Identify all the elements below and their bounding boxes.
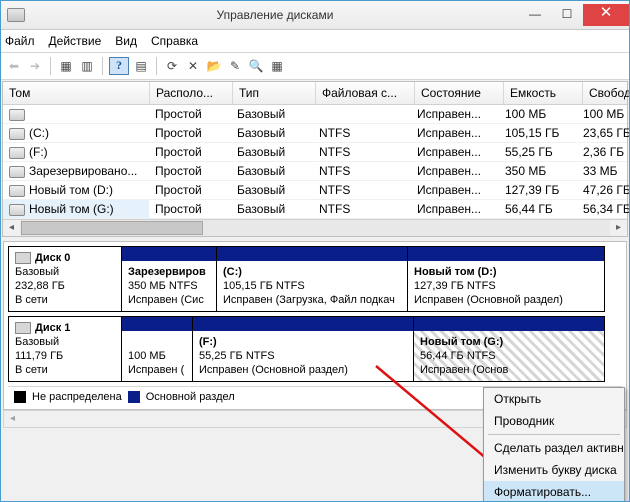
toolbar: ⬅ ➔ ▦ ▥ ? ▤ ⟳ ✕ 📂 ✎ 🔍 ▦ — [1, 53, 629, 80]
col-type[interactable]: Тип — [233, 82, 316, 104]
drive-icon — [9, 128, 25, 140]
titlebar[interactable]: Управление дисками — ☐ ✕ — [1, 1, 629, 30]
disk-management-window: Управление дисками — ☐ ✕ Файл Действие В… — [0, 0, 630, 502]
forward-icon[interactable]: ➔ — [26, 57, 44, 75]
minimize-button[interactable]: — — [519, 4, 551, 26]
ctx-explore[interactable]: Проводник — [484, 410, 624, 432]
drive-icon — [9, 204, 25, 216]
list-icon[interactable]: ▤ — [132, 57, 150, 75]
maximize-button[interactable]: ☐ — [551, 4, 583, 26]
drive-icon — [9, 109, 25, 121]
menu-help[interactable]: Справка — [151, 34, 198, 48]
find-icon[interactable]: 🔍 — [247, 57, 265, 75]
legend-unalloc-label: Не распределена — [32, 391, 122, 403]
volume-row[interactable]: (F:)ПростойБазовыйNTFSИсправен...55,25 Г… — [3, 143, 627, 162]
partition[interactable]: Зарезервиров350 МБ NTFSИсправен (Сис — [121, 246, 217, 312]
refresh-icon[interactable]: ⟳ — [163, 57, 181, 75]
menu-view[interactable]: Вид — [115, 34, 137, 48]
list-horizontal-scrollbar[interactable]: ◂ ▸ — [3, 219, 627, 236]
volume-row[interactable]: ПростойБазовыйИсправен...100 МБ100 МБ100 — [3, 105, 627, 124]
volume-row[interactable]: Новый том (D:)ПростойБазовыйNTFSИсправен… — [3, 181, 627, 200]
panes2-icon[interactable]: ▥ — [78, 57, 96, 75]
volume-row[interactable]: Зарезервировано...ПростойБазовыйNTFSИспр… — [3, 162, 627, 181]
scroll-thumb[interactable] — [21, 221, 203, 235]
partition[interactable]: Новый том (G:)56,44 ГБ NTFSИсправен (Осн… — [413, 316, 605, 382]
disk-row: Диск 0Базовый232,88 ГБВ сетиЗарезервиров… — [8, 246, 622, 312]
disk-label[interactable]: Диск 0Базовый232,88 ГБВ сети — [8, 246, 122, 312]
volume-row[interactable]: Новый том (G:)ПростойБазовыйNTFSИсправен… — [3, 200, 627, 219]
col-free[interactable]: Свобод... — [583, 82, 630, 104]
app-icon — [7, 8, 25, 22]
partition[interactable]: 100 МБИсправен ( — [121, 316, 193, 382]
context-menu: Открыть Проводник Сделать раздел активн … — [483, 387, 625, 502]
scroll-right-icon[interactable]: ▸ — [610, 220, 627, 236]
volume-list[interactable]: Том Располо... Тип Файловая с... Состоян… — [2, 81, 628, 237]
ctx-format[interactable]: Форматировать... — [484, 481, 624, 502]
menu-action[interactable]: Действие — [49, 34, 102, 48]
partition[interactable]: Новый том (D:)127,39 ГБ NTFSИсправен (Ос… — [407, 246, 605, 312]
disk-label[interactable]: Диск 1Базовый111,79 ГБВ сети — [8, 316, 122, 382]
volume-row[interactable]: (C:)ПростойБазовыйNTFSИсправен...105,15 … — [3, 124, 627, 143]
legend-primary-swatch — [128, 391, 140, 403]
scroll-left-icon[interactable]: ◂ — [3, 220, 20, 236]
menu-file[interactable]: Файл — [5, 34, 35, 48]
drive-icon — [9, 185, 25, 197]
more-icon[interactable]: ▦ — [268, 57, 286, 75]
delete-icon[interactable]: ✕ — [184, 57, 202, 75]
disk-icon — [15, 322, 31, 334]
drive-icon — [9, 166, 25, 178]
legend-unalloc-swatch — [14, 391, 26, 403]
menubar: Файл Действие Вид Справка — [1, 30, 629, 53]
col-fs[interactable]: Файловая с... — [316, 82, 415, 104]
footer-scroll-left-icon[interactable]: ◂ — [4, 411, 21, 427]
partition[interactable]: (F:)55,25 ГБ NTFSИсправен (Основной разд… — [192, 316, 414, 382]
legend-primary-label: Основной раздел — [146, 391, 235, 403]
partition[interactable]: (C:)105,15 ГБ NTFSИсправен (Загрузка, Фа… — [216, 246, 408, 312]
properties-icon[interactable]: ✎ — [226, 57, 244, 75]
open-icon[interactable]: 📂 — [205, 57, 223, 75]
col-capacity[interactable]: Емкость — [504, 82, 583, 104]
col-status[interactable]: Состояние — [415, 82, 504, 104]
disk-map: Диск 0Базовый232,88 ГБВ сетиЗарезервиров… — [3, 241, 627, 410]
disk-icon — [15, 252, 31, 264]
close-button[interactable]: ✕ — [583, 4, 629, 26]
window-title: Управление дисками — [31, 8, 519, 22]
col-layout[interactable]: Располо... — [150, 82, 233, 104]
ctx-change-letter[interactable]: Изменить букву диска — [484, 459, 624, 481]
disk-row: Диск 1Базовый111,79 ГБВ сети100 МБИсправ… — [8, 316, 622, 382]
back-icon[interactable]: ⬅ — [5, 57, 23, 75]
panes1-icon[interactable]: ▦ — [57, 57, 75, 75]
col-volume[interactable]: Том — [3, 82, 150, 104]
ctx-open[interactable]: Открыть — [484, 388, 624, 410]
drive-icon — [9, 147, 25, 159]
ctx-make-active[interactable]: Сделать раздел активн — [484, 437, 624, 459]
help-icon[interactable]: ? — [109, 57, 129, 75]
column-headers: Том Располо... Тип Файловая с... Состоян… — [3, 82, 627, 105]
